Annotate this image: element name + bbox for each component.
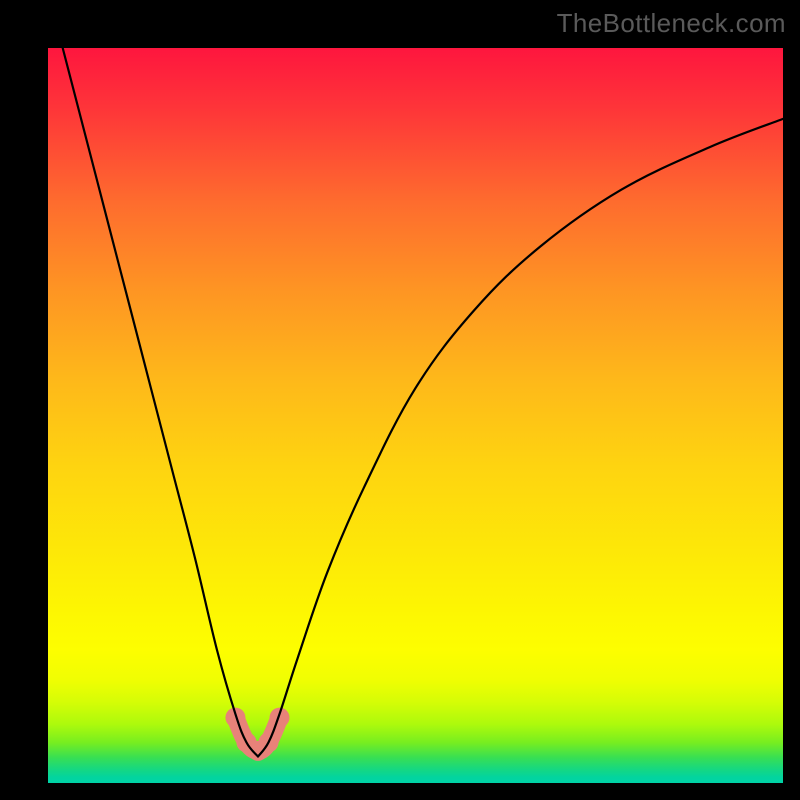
- attribution-label: TheBottleneck.com: [557, 8, 786, 39]
- chart-frame: TheBottleneck.com: [0, 0, 800, 800]
- gradient-panel: [48, 48, 783, 783]
